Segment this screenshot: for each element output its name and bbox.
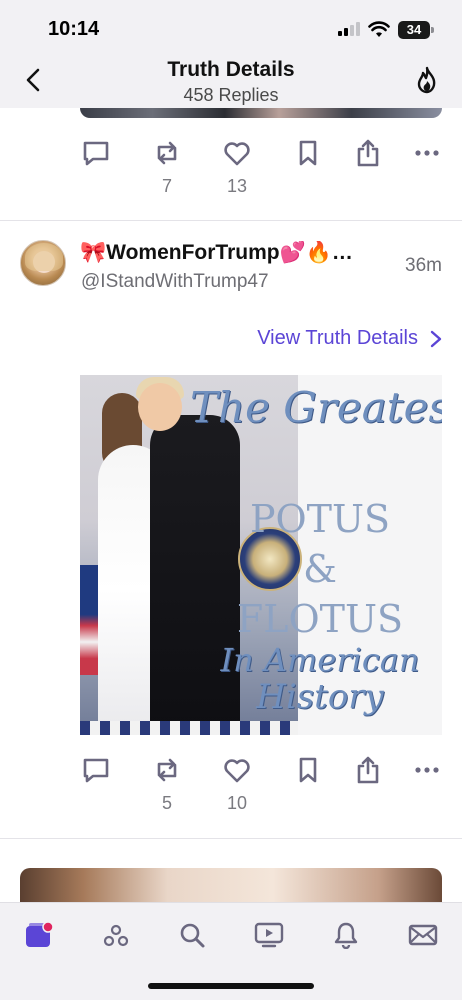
image-caption-line: & (303, 547, 337, 591)
bookmark-button[interactable] (288, 138, 328, 168)
tab-messages[interactable] (408, 921, 438, 949)
status-time: 10:14 (48, 18, 100, 40)
status-bar: 10:14 34 (0, 0, 462, 54)
like-button[interactable]: 10 (217, 755, 257, 813)
more-icon (415, 767, 439, 773)
divider (0, 220, 462, 221)
like-count: 10 (226, 793, 248, 813)
reply-button[interactable] (76, 755, 116, 813)
bookmark-icon (299, 140, 317, 166)
reply-icon (83, 758, 109, 783)
header: Truth Details 458 Replies (0, 54, 462, 108)
image-caption-line: The Greatest (190, 383, 442, 432)
like-count: 13 (226, 176, 248, 196)
repost-count: 5 (161, 793, 172, 813)
share-icon (357, 139, 379, 167)
heart-icon (224, 142, 250, 166)
post-image[interactable]: The Greatest POTUS & FLOTUS In American … (80, 375, 442, 735)
post-timestamp: 36m (405, 255, 442, 276)
repost-icon (157, 141, 177, 165)
repost-icon (157, 758, 177, 782)
repost-button[interactable]: 5 (147, 755, 187, 813)
more-button[interactable] (407, 138, 447, 168)
reply-button[interactable] (76, 138, 116, 196)
tab-search[interactable] (177, 921, 207, 949)
share-button[interactable] (348, 755, 388, 785)
bookmark-icon (299, 757, 317, 783)
home-indicator (148, 983, 314, 989)
more-button[interactable] (407, 755, 447, 785)
tab-home[interactable] (24, 921, 54, 949)
repost-button[interactable]: 7 (147, 138, 187, 196)
battery-icon: 34 (398, 21, 434, 39)
page-title: Truth Details (167, 58, 295, 81)
image-caption-line: POTUS (249, 497, 391, 541)
user-handle[interactable]: @IStandWithTrump47 (81, 271, 269, 293)
avatar[interactable] (20, 240, 66, 286)
wifi-icon (368, 21, 390, 37)
image-caption-line: History (256, 677, 384, 717)
reply-icon (83, 141, 109, 166)
fire-icon[interactable] (414, 66, 440, 94)
bookmark-button[interactable] (288, 755, 328, 785)
image-caption-line: In American (220, 641, 420, 679)
repost-count: 7 (161, 176, 172, 196)
view-truth-details-label: View Truth Details (257, 327, 418, 349)
share-icon (357, 756, 379, 784)
display-name[interactable]: 🎀WomenForTrump💕🔥… (80, 241, 390, 265)
image-caption-line: FLOTUS (236, 597, 404, 641)
chevron-right-icon (430, 330, 442, 347)
post-actions: 5 10 (80, 755, 442, 815)
like-button[interactable]: 13 (217, 138, 257, 196)
previous-post-actions: 7 13 (80, 138, 442, 198)
tab-groups[interactable] (101, 921, 131, 949)
divider (0, 838, 462, 839)
previous-post-image[interactable] (80, 108, 442, 118)
reply-count: 458 Replies (183, 85, 279, 105)
heart-icon (224, 759, 250, 783)
tab-notifications[interactable] (331, 921, 361, 949)
view-truth-details-link[interactable]: View Truth Details (257, 327, 444, 350)
more-icon (415, 150, 439, 156)
cellular-signal-icon (338, 22, 360, 36)
share-button[interactable] (348, 138, 388, 168)
tab-tv[interactable] (254, 921, 284, 949)
